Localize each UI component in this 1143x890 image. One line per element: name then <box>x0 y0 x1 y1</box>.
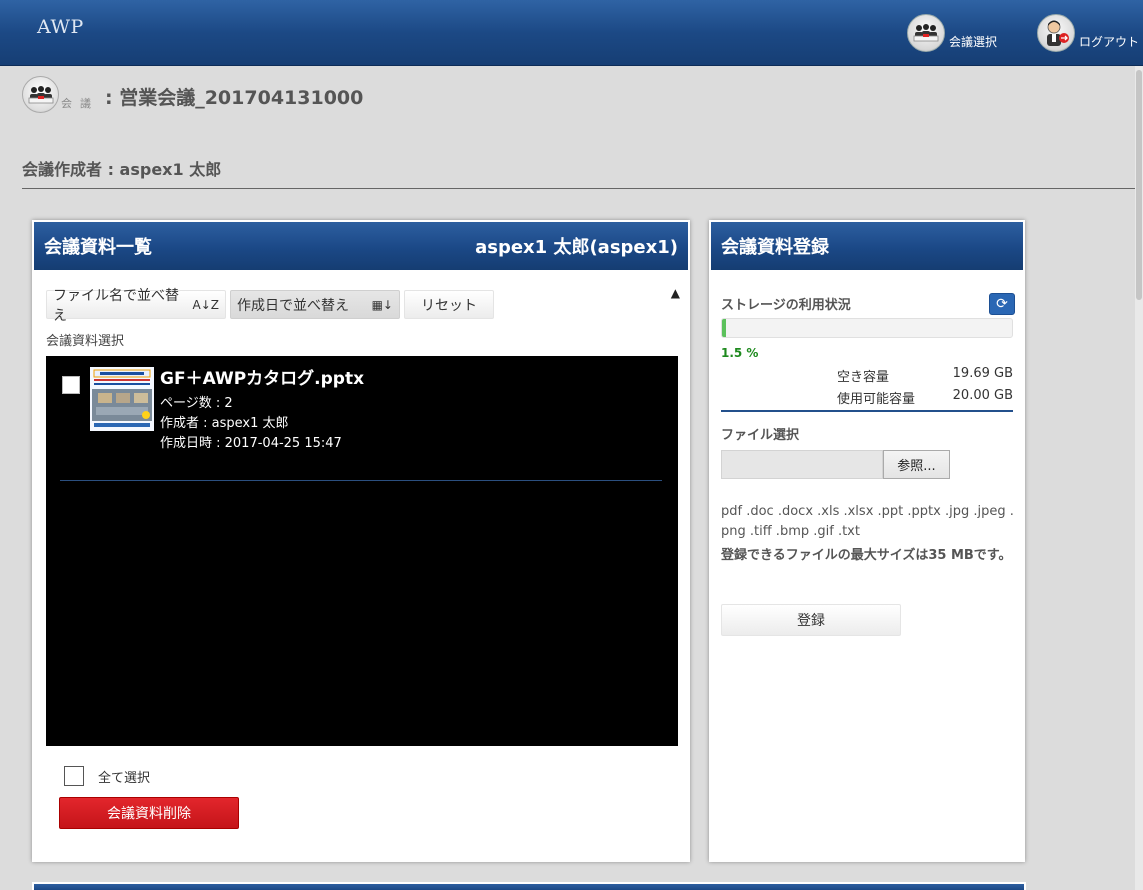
file-path-input[interactable] <box>721 450 883 479</box>
reset-button[interactable]: リセット <box>404 290 494 319</box>
user-logout-icon <box>1037 14 1075 52</box>
logout-label: ログアウト <box>1079 35 1140 49</box>
sort-calendar-icon: ▦↓ <box>371 297 393 312</box>
refresh-icon[interactable]: ⟳ <box>989 293 1015 315</box>
page-scrollbar-thumb[interactable] <box>1136 70 1142 300</box>
sort-alpha-icon: A↓Z <box>192 297 219 312</box>
browse-button[interactable]: 参照... <box>883 450 950 479</box>
available-capacity-value: 20.00 GB <box>952 388 1013 403</box>
document-list-header: 会議資料一覧 aspex1 太郎(aspex1) <box>34 222 688 270</box>
next-panel-header <box>32 882 1026 890</box>
sort-by-name-label: ファイル名で並べ替え <box>53 287 179 324</box>
file-select-label: ファイル選択 <box>721 428 800 443</box>
select-all-label: 全て選択 <box>98 770 151 786</box>
free-capacity-row: 空き容量 19.69 GB <box>837 366 1013 385</box>
meeting-select-button[interactable]: 会議選択 <box>907 12 997 52</box>
file-name: GF＋AWPカタログ.pptx <box>160 369 365 389</box>
reset-label: リセット <box>421 297 477 314</box>
file-author: 作成者 : aspex1 太郎 <box>160 416 289 431</box>
storage-progress-bar <box>721 318 1013 338</box>
register-button[interactable]: 登録 <box>721 604 901 636</box>
sort-by-date-button[interactable]: 作成日で並べ替え ▦↓ <box>230 290 400 319</box>
document-register-panel: 会議資料登録 ストレージの利用状況 ⟳ 1.5 % 空き容量 19.69 GB … <box>709 220 1025 862</box>
storage-usage-label: ストレージの利用状況 <box>721 298 851 313</box>
available-capacity-row: 使用可能容量 20.00 GB <box>837 388 1013 407</box>
meeting-creator: 会議作成者 : aspex1 太郎 <box>22 160 222 179</box>
meeting-people-icon <box>907 14 945 52</box>
sort-by-date-label: 作成日で並べ替え <box>237 297 349 314</box>
list-item[interactable]: GF＋AWPカタログ.pptx ページ数 : 2 作成者 : aspex1 太郎… <box>60 364 662 481</box>
sort-by-name-button[interactable]: ファイル名で並べ替え A↓Z <box>46 288 226 324</box>
logout-button[interactable]: ログアウト <box>1037 12 1139 52</box>
allowed-extensions: pdf .doc .docx .xls .xlsx .ppt .pptx .jp… <box>721 504 1014 539</box>
file-list: GF＋AWPカタログ.pptx ページ数 : 2 作成者 : aspex1 太郎… <box>46 356 678 746</box>
document-select-label: 会議資料選択 <box>46 334 125 349</box>
available-capacity-label: 使用可能容量 <box>837 392 916 407</box>
max-file-size-note: 登録できるファイルの最大サイズは35 MBです。 <box>721 548 1012 563</box>
document-list-panel: 会議資料一覧 aspex1 太郎(aspex1) ファイル名で並べ替え A↓Z … <box>32 220 690 862</box>
select-all-checkbox[interactable] <box>64 766 84 786</box>
storage-usage-percent: 1.5 % <box>721 346 759 360</box>
meeting-select-label: 会議選択 <box>949 35 998 49</box>
delete-documents-button[interactable]: 会議資料削除 <box>59 797 239 829</box>
document-register-title: 会議資料登録 <box>721 237 829 258</box>
select-all-control[interactable]: 全て選択 <box>64 766 150 786</box>
current-user: aspex1 太郎(aspex1) <box>475 237 678 258</box>
meeting-header: 会議 : 営業会議_201704131000 <box>22 76 363 113</box>
storage-divider <box>721 410 1013 412</box>
app-logo: AWP <box>37 16 84 38</box>
sort-toolbar: ファイル名で並べ替え A↓Z 作成日で並べ替え ▦↓ リセット <box>46 288 494 324</box>
file-checkbox[interactable] <box>62 376 80 394</box>
free-capacity-value: 19.69 GB <box>952 366 1013 381</box>
header-divider <box>22 188 1136 189</box>
document-list-title: 会議資料一覧 <box>44 237 152 258</box>
storage-progress-fill <box>722 319 727 337</box>
document-register-header: 会議資料登録 <box>711 222 1023 270</box>
top-bar: AWP 会議選択 ログアウト <box>0 0 1143 66</box>
meeting-title: : 営業会議_201704131000 <box>105 87 364 109</box>
free-capacity-label: 空き容量 <box>837 370 890 385</box>
file-thumbnail <box>90 367 154 431</box>
meeting-people-icon <box>22 76 59 113</box>
file-pages: ページ数 : 2 <box>160 396 233 411</box>
meeting-label: 会議 <box>61 96 99 110</box>
collapse-arrow-icon[interactable]: ▲ <box>671 286 680 300</box>
file-created: 作成日時 : 2017-04-25 15:47 <box>160 436 342 451</box>
